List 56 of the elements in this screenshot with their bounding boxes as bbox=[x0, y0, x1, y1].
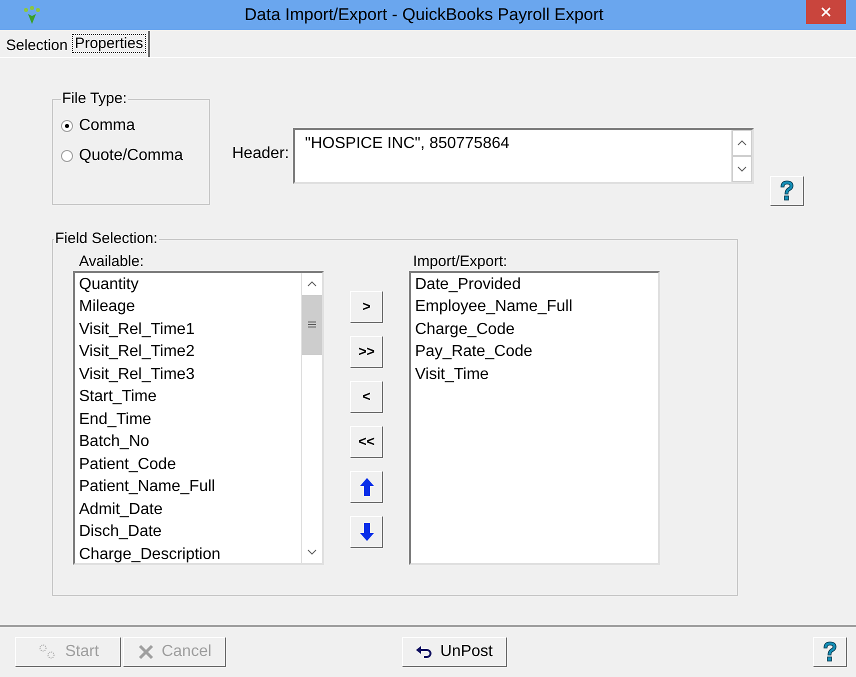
list-item[interactable]: End_Time bbox=[79, 408, 301, 431]
scroll-up-icon[interactable] bbox=[732, 130, 752, 156]
scrollbar[interactable] bbox=[301, 272, 322, 562]
list-item[interactable]: Batch_No bbox=[79, 431, 301, 454]
down-arrow-icon bbox=[360, 522, 374, 540]
list-label: Import/Export: bbox=[413, 252, 508, 270]
list-item[interactable]: Start_Time bbox=[79, 386, 301, 408]
list-item[interactable]: Employee_Name_Full bbox=[415, 296, 658, 318]
list-box[interactable]: Date_Provided Employee_Name_Full Charge_Code Pay_Rate_Code Visit_Time bbox=[409, 270, 660, 564]
sparkle-icon bbox=[22, 6, 42, 24]
radio-option[interactable]: Comma bbox=[61, 110, 210, 140]
unpost-button[interactable]: UnPost bbox=[402, 637, 507, 667]
help-button[interactable] bbox=[770, 176, 804, 206]
list-label: Available: bbox=[79, 252, 145, 270]
move-button[interactable]: > bbox=[350, 290, 383, 322]
list-item[interactable]: Charge_Code bbox=[415, 318, 658, 341]
radio-button[interactable] bbox=[61, 120, 73, 132]
scroll-down-icon[interactable] bbox=[732, 156, 752, 182]
move-button[interactable]: >> bbox=[350, 336, 383, 368]
list-item[interactable]: Quantity bbox=[79, 274, 301, 296]
list-item[interactable]: Visit_Rel_Time3 bbox=[79, 364, 301, 386]
group-label: Field Selection: bbox=[54, 229, 159, 249]
list-item[interactable]: Pay_Rate_Code bbox=[415, 341, 658, 364]
list-item[interactable]: Visit_Time bbox=[415, 364, 658, 386]
close-button[interactable] bbox=[806, 0, 846, 24]
question-mark-icon bbox=[822, 641, 838, 663]
help-button[interactable] bbox=[813, 637, 847, 667]
scroll-thumb[interactable] bbox=[302, 294, 322, 354]
tab[interactable]: Properties bbox=[70, 31, 150, 57]
x-icon bbox=[138, 644, 154, 660]
radio-option[interactable]: Quote/Comma bbox=[61, 140, 210, 170]
move-button[interactable]: < bbox=[350, 380, 383, 412]
group-label: File Type: bbox=[61, 89, 128, 109]
radio-button[interactable] bbox=[61, 150, 73, 162]
list-item[interactable]: Date_Provided bbox=[415, 274, 658, 296]
list-item[interactable]: Visit_Rel_Time2 bbox=[79, 341, 301, 364]
up-arrow-icon bbox=[360, 478, 374, 496]
list-item[interactable]: Admit_Date bbox=[79, 498, 301, 521]
move-button[interactable]: << bbox=[350, 426, 383, 458]
undo-icon bbox=[416, 646, 432, 658]
header-field[interactable]: "HOSPICE INC", 850775864 bbox=[293, 128, 754, 184]
tab[interactable]: Selection bbox=[4, 35, 70, 57]
list-item[interactable]: Charge_Description bbox=[79, 544, 301, 566]
list-item[interactable]: Patient_Name_Full bbox=[79, 476, 301, 498]
dots-icon bbox=[37, 643, 58, 661]
close-icon bbox=[821, 7, 831, 17]
question-mark-icon bbox=[779, 180, 795, 202]
move-button[interactable] bbox=[350, 516, 383, 548]
list-item[interactable]: Mileage bbox=[79, 296, 301, 318]
list-item[interactable]: Patient_Code bbox=[79, 454, 301, 476]
header-label: Header: bbox=[232, 144, 290, 164]
list-box[interactable]: Quantity Mileage Visit_Rel_Time1 Visit_Rel_Time2 Visit_Rel_Time3 Start_Time End_Time Batch_No Patient_Code Patient_Name_Full Admit_Date Disch_Date Charge_Description bbox=[73, 270, 324, 564]
move-button[interactable] bbox=[350, 470, 383, 502]
list-item[interactable]: Disch_Date bbox=[79, 521, 301, 544]
window-title: Data Import/Export - QuickBooks Payroll Export bbox=[243, 4, 605, 26]
list-item[interactable]: Visit_Rel_Time1 bbox=[79, 318, 301, 341]
